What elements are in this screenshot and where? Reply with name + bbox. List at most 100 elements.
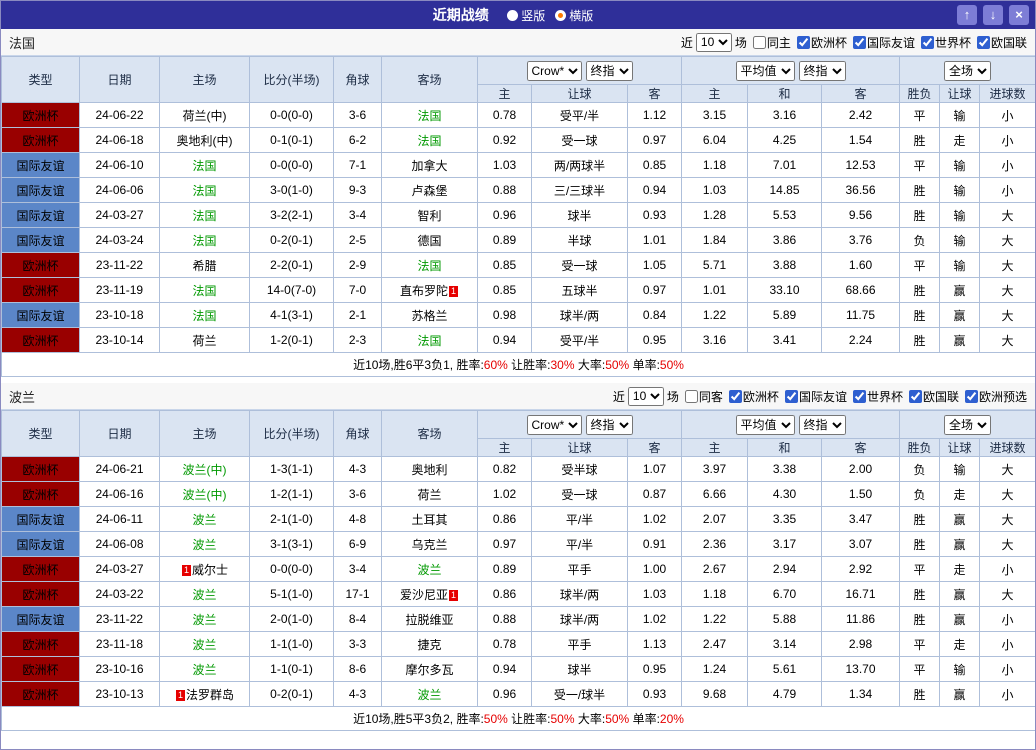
same-venue-checkbox[interactable] [752,35,766,49]
handicap-result-cell: 赢 [939,606,981,632]
scroll-down-button[interactable]: ↓ [983,5,1003,25]
close-button[interactable]: × [1009,5,1029,25]
euro-odds-group-header: 平均值 终指 [680,56,901,85]
handicap-result-cell: 走 [939,556,981,582]
table-row: 欧洲杯 24-06-21 波兰(中) 1-3(1-1) 4-3 奥地利 0.82 受半球 1.0… [1,456,1035,482]
competition-checkbox-label-4[interactable]: 欧洲预选 [959,388,1027,405]
handicap-home-odds: 0.88 [477,606,532,632]
sub-header-2: 客 [627,84,682,103]
scroll-up-button[interactable]: ↑ [957,5,977,25]
euro-home-odds: 1.22 [681,302,748,328]
euro-draw-odds: 7.01 [747,152,822,178]
euro-away-odds: 16.71 [820,581,901,607]
average-select[interactable]: 平均值 [735,60,795,81]
competition-checkbox[interactable] [852,35,866,49]
team-label: 法国 [417,333,442,348]
date-cell: 24-06-08 [79,531,160,557]
match-count-select[interactable]: 10 [627,386,664,406]
competition-checkbox[interactable] [976,35,990,49]
euro-home-odds: 1.01 [681,277,748,303]
euro-stage-select[interactable]: 终指 [798,60,846,81]
handicap-home-odds: 0.98 [477,302,532,328]
competition-checkbox[interactable] [728,389,742,403]
score-cell: 1-1(0-1) [249,656,334,682]
same-venue-checkbox-label[interactable]: 同主 [747,34,791,51]
bookmaker-select[interactable]: Crow* [526,414,582,435]
odds-stage-select[interactable]: 终指 [585,414,633,435]
summary-row: 近10场,胜5平3负2, 胜率:50% 让胜率:50% 大率:50% 单率:20… [1,706,1035,731]
competition-checkbox[interactable] [908,389,922,403]
euro-draw-odds: 4.30 [747,481,822,507]
average-select[interactable]: 平均值 [735,414,795,435]
table-row: 国际友谊 24-06-10 法国 0-0(0-0) 7-1 加拿大 1.03 两/两球半 0.8… [1,152,1035,178]
same-venue-checkbox[interactable] [684,389,698,403]
handicap-away-odds: 1.02 [627,506,682,532]
euro-home-odds: 2.36 [681,531,748,557]
competition-checkbox-label-0[interactable]: 欧洲杯 [723,388,779,405]
away-team-cell: 卢森堡 [381,177,478,203]
home-team-cell: 波兰(中) [159,481,250,507]
competition-checkbox[interactable] [784,389,798,403]
competition-label: 国际友谊 [866,35,915,50]
same-venue-checkbox-label[interactable]: 同客 [679,388,723,405]
handicap-away-odds: 0.87 [627,481,682,507]
results-table: 类型 日期 主场 比分(半场) 角球 客场 Crow* 终指 平均值 终指 全场主让球客主和客胜负让… [1,56,1035,377]
handicap-line: 三/三球半 [531,177,628,203]
col-header-0: 类型 [1,56,80,103]
competition-checkbox-label-1[interactable]: 国际友谊 [779,388,847,405]
competition-checkbox[interactable] [796,35,810,49]
result-cell: 平 [899,631,941,657]
red-card-badge: 1 [175,689,185,701]
euro-home-odds: 2.47 [681,631,748,657]
away-team-cell: 加拿大 [381,152,478,178]
euro-draw-odds: 2.94 [747,556,822,582]
handicap-away-odds: 0.95 [627,327,682,353]
scope-select[interactable]: 全场 [944,60,992,81]
competition-checkbox[interactable] [852,389,866,403]
match-count-select[interactable]: 10 [695,32,732,52]
competition-checkbox-label-1[interactable]: 国际友谊 [847,34,915,51]
competition-checkbox-label-3[interactable]: 欧国联 [903,388,959,405]
euro-stage-select[interactable]: 终指 [798,414,846,435]
euro-away-odds: 2.92 [820,556,901,582]
summary-segment: 50% [605,358,630,372]
home-team-cell: 希腊 [159,252,250,278]
competition-label: 欧洲杯 [742,389,779,404]
away-team-cell: 捷克 [381,631,478,657]
handicap-result-cell: 输 [939,102,981,128]
col-header-2: 主场 [159,56,250,103]
competition-checkbox[interactable] [964,389,978,403]
team-label: 波兰 [192,537,217,552]
odds-stage-select[interactable]: 终指 [585,60,633,81]
col-header-3: 比分(半场) [249,410,334,457]
table-row: 欧洲杯 24-06-22 荷兰(中) 0-0(0-0) 3-6 法国 0.78 受平/半 1.1… [1,102,1035,128]
scope-select[interactable]: 全场 [944,414,992,435]
handicap-home-odds: 0.88 [477,177,532,203]
view-mode-radio-1[interactable]: 横版 [555,9,593,23]
handicap-result-cell: 输 [939,656,981,682]
view-mode-radio-0[interactable]: 竖版 [507,9,545,23]
match-type-cell: 国际友谊 [1,177,80,203]
competition-checkbox[interactable] [920,35,934,49]
date-cell: 23-10-16 [79,656,160,682]
score-cell: 1-2(1-1) [249,481,334,507]
corner-cell: 7-0 [333,277,382,303]
corner-cell: 4-8 [333,506,382,532]
euro-draw-odds: 3.16 [747,102,822,128]
score-cell: 1-3(1-1) [249,456,334,482]
competition-checkbox-label-3[interactable]: 欧国联 [971,34,1027,51]
competition-checkbox-label-0[interactable]: 欧洲杯 [791,34,847,51]
handicap-home-odds: 0.86 [477,581,532,607]
euro-home-odds: 6.66 [681,481,748,507]
result-cell: 平 [899,252,941,278]
score-cell: 5-1(1-0) [249,581,334,607]
result-cell: 胜 [899,681,941,707]
result-cell: 胜 [899,327,941,353]
competition-checkbox-label-2[interactable]: 世界杯 [847,388,903,405]
competition-checkbox-label-2[interactable]: 世界杯 [915,34,971,51]
bookmaker-select[interactable]: Crow* [526,60,582,81]
corner-cell: 3-3 [333,631,382,657]
summary-segment: 单率: [629,358,660,372]
team-label: 波兰 [417,687,442,702]
col-header-1: 日期 [79,56,160,103]
